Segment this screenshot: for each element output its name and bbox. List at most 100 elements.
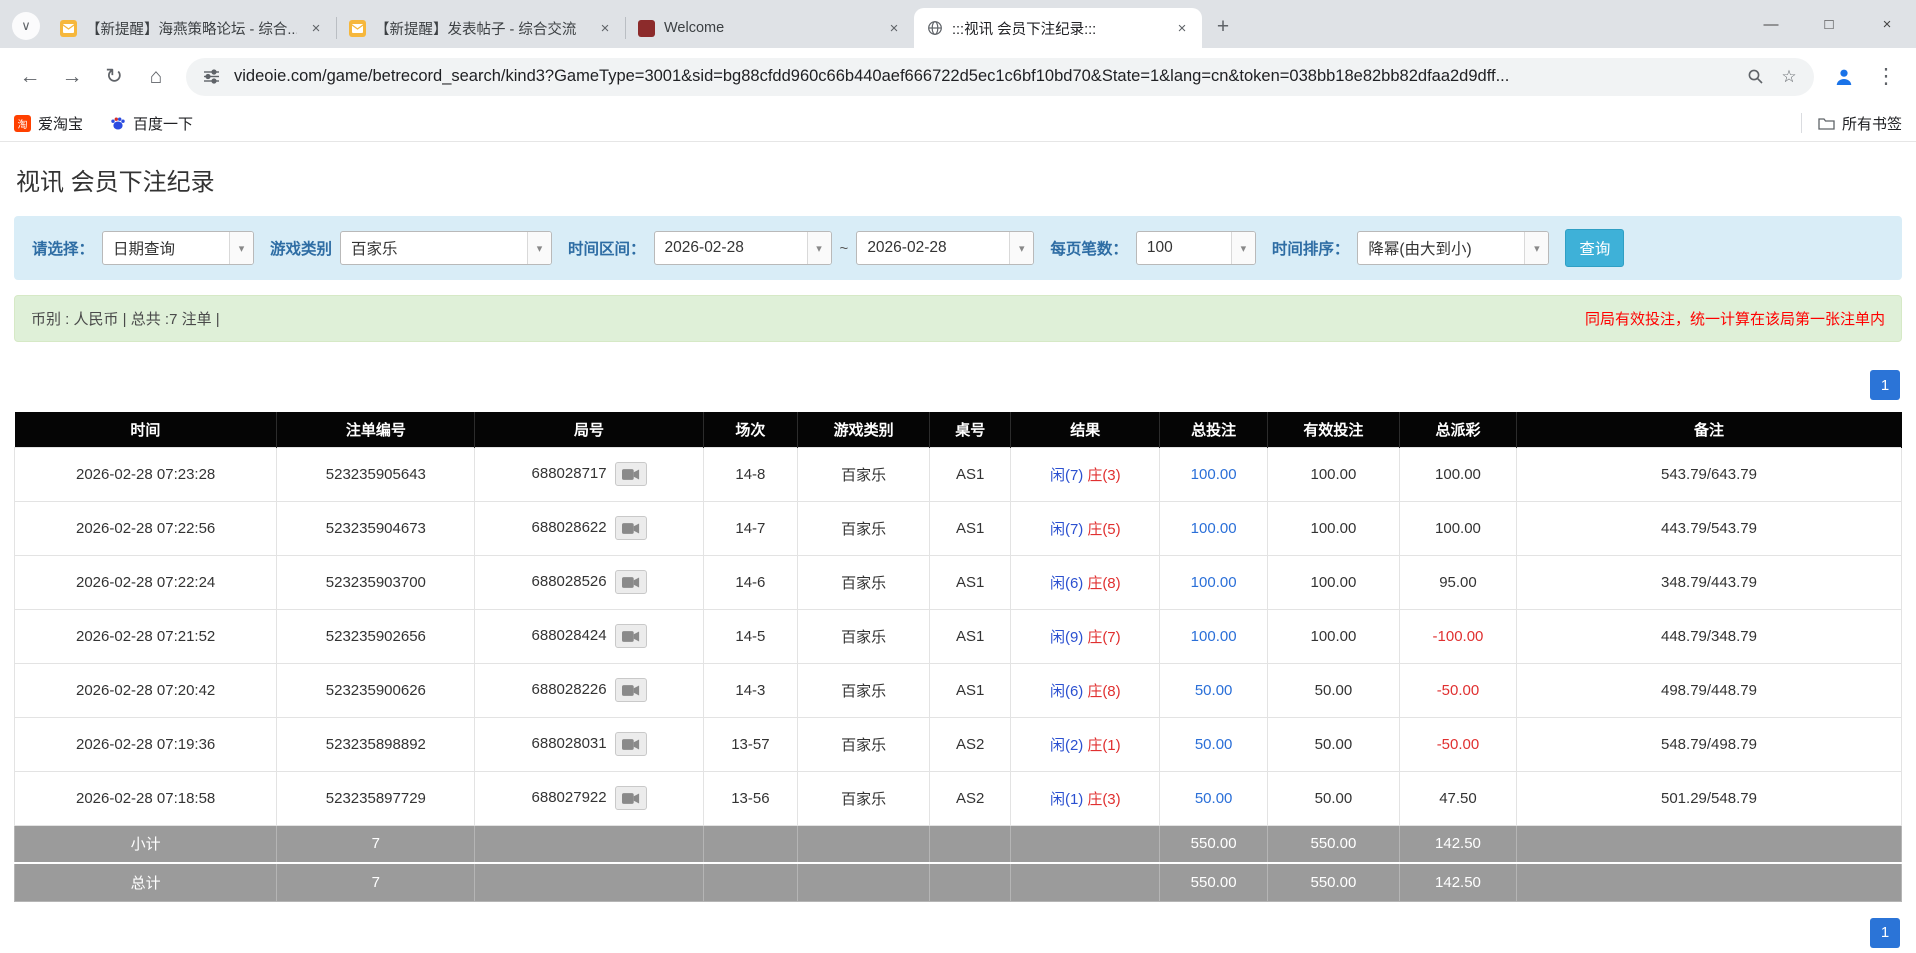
all-bookmarks-button[interactable]: 所有书签	[1818, 113, 1902, 134]
cell-game: 百家乐	[798, 609, 930, 663]
tab-close-icon[interactable]: ×	[884, 18, 904, 38]
query-type-select[interactable]: 日期查询 ▾	[102, 231, 254, 265]
sort-order-select[interactable]: 降幂(由大到小) ▾	[1357, 231, 1549, 265]
search-lens-icon[interactable]	[1744, 66, 1766, 88]
col-time: 时间	[15, 412, 277, 447]
home-icon[interactable]: ⌂	[138, 59, 174, 95]
forward-icon[interactable]: →	[54, 59, 90, 95]
total-bet-link[interactable]: 50.00	[1195, 682, 1233, 699]
subtotal-valid-bet: 550.00	[1267, 825, 1399, 863]
col-session: 场次	[703, 412, 797, 447]
tab-title: Welcome	[664, 20, 875, 36]
bookmark-label: 百度一下	[133, 113, 193, 134]
empty-cell	[798, 863, 930, 901]
site-info-tune-icon[interactable]	[200, 66, 222, 88]
col-game-type: 游戏类别	[798, 412, 930, 447]
game-type-select[interactable]: 百家乐 ▾	[340, 231, 552, 265]
cell-round: 688028226	[475, 663, 703, 717]
maximize-button[interactable]: □	[1800, 0, 1858, 48]
chevron-down-icon: ▾	[1524, 232, 1548, 264]
cell-session: 14-7	[703, 501, 797, 555]
address-bar[interactable]: videoie.com/game/betrecord_search/kind3?…	[186, 58, 1814, 96]
date-from-select[interactable]: 2026-02-28 ▾	[654, 231, 832, 265]
cell-time: 2026-02-28 07:20:42	[15, 663, 277, 717]
cell-note: 501.29/548.79	[1516, 771, 1901, 825]
cell-bet-id: 523235900626	[277, 663, 475, 717]
bookmark-star-icon[interactable]: ☆	[1778, 66, 1800, 88]
time-range-label: 时间区间：	[568, 237, 646, 259]
navigation-bar: ← → ↻ ⌂ videoie.com/game/betrecord_searc…	[0, 48, 1916, 105]
back-icon[interactable]: ←	[12, 59, 48, 95]
tab-close-icon[interactable]: ×	[306, 18, 326, 38]
video-replay-button[interactable]	[615, 570, 647, 594]
total-valid-bet: 550.00	[1267, 863, 1399, 901]
video-replay-button[interactable]	[615, 732, 647, 756]
col-valid-bet: 有效投注	[1267, 412, 1399, 447]
tab-close-icon[interactable]: ×	[595, 18, 615, 38]
browser-window: ∨ 【新提醒】海燕策略论坛 - 综合... × 【新提醒】发表帖子 - 综合交流…	[0, 0, 1916, 948]
empty-cell	[703, 863, 797, 901]
total-payout: 142.50	[1399, 863, 1516, 901]
page-size-select[interactable]: 100 ▾	[1136, 231, 1256, 265]
date-to-select[interactable]: 2026-02-28 ▾	[856, 231, 1034, 265]
reload-icon[interactable]: ↻	[96, 59, 132, 95]
tab-close-icon[interactable]: ×	[1172, 18, 1192, 38]
tab-welcome[interactable]: Welcome ×	[626, 8, 914, 48]
empty-cell	[1516, 863, 1901, 901]
bookmark-baidu[interactable]: 百度一下	[109, 113, 193, 134]
total-bet-link[interactable]: 100.00	[1191, 628, 1237, 645]
total-bet-link[interactable]: 100.00	[1191, 574, 1237, 591]
video-replay-button[interactable]	[615, 786, 647, 810]
game-type-label: 游戏类别	[270, 237, 332, 259]
result-player: 闲(9)	[1050, 629, 1083, 646]
round-number: 688028031	[532, 735, 607, 752]
cell-round: 688028031	[475, 717, 703, 771]
site-favicon-icon	[638, 20, 655, 37]
tab-forum-2[interactable]: 【新提醒】发表帖子 - 综合交流 ×	[337, 8, 625, 48]
chevron-down-icon: ▾	[1231, 232, 1255, 264]
cell-valid-bet: 100.00	[1267, 609, 1399, 663]
total-total-bet: 550.00	[1160, 863, 1268, 901]
cell-note: 498.79/448.79	[1516, 663, 1901, 717]
table-row: 2026-02-28 07:23:28 523235905643 6880287…	[15, 447, 1902, 501]
total-bet-link[interactable]: 100.00	[1191, 520, 1237, 537]
table-row: 2026-02-28 07:19:36 523235898892 6880280…	[15, 717, 1902, 771]
result-banker: 庄(1)	[1087, 737, 1120, 754]
pagination-page-1[interactable]: 1	[1870, 918, 1900, 948]
cell-table-no: AS2	[930, 717, 1011, 771]
video-replay-button[interactable]	[615, 516, 647, 540]
close-button[interactable]: ×	[1858, 0, 1916, 48]
cell-bet-id: 523235903700	[277, 555, 475, 609]
search-button[interactable]: 查询	[1565, 229, 1624, 267]
total-bet-link[interactable]: 50.00	[1195, 736, 1233, 753]
cell-time: 2026-02-28 07:22:56	[15, 501, 277, 555]
total-bet-link[interactable]: 50.00	[1195, 790, 1233, 807]
new-tab-button[interactable]: +	[1208, 12, 1238, 42]
cell-bet-id: 523235904673	[277, 501, 475, 555]
col-round: 局号	[475, 412, 703, 447]
bookmark-taobao[interactable]: 淘 爱淘宝	[14, 113, 83, 134]
empty-cell	[703, 825, 797, 863]
tab-title: 【新提醒】发表帖子 - 综合交流	[375, 18, 586, 39]
cell-game: 百家乐	[798, 717, 930, 771]
round-number: 688027922	[532, 789, 607, 806]
cell-table-no: AS2	[930, 771, 1011, 825]
minimize-button[interactable]: —	[1742, 0, 1800, 48]
pagination-page-1[interactable]: 1	[1870, 370, 1900, 400]
video-replay-button[interactable]	[615, 678, 647, 702]
menu-kebab-icon[interactable]: ⋮	[1868, 59, 1904, 95]
cell-payout: 100.00	[1399, 501, 1516, 555]
total-bet-link[interactable]: 100.00	[1191, 466, 1237, 483]
chevron-down-icon: ∨	[21, 18, 31, 34]
cell-valid-bet: 100.00	[1267, 555, 1399, 609]
cell-bet-id: 523235898892	[277, 717, 475, 771]
profile-avatar-icon[interactable]	[1826, 59, 1862, 95]
tab-bet-records-active[interactable]: :::视讯 会员下注纪录::: ×	[914, 8, 1202, 48]
video-replay-button[interactable]	[615, 624, 647, 648]
tab-forum-1[interactable]: 【新提醒】海燕策略论坛 - 综合... ×	[48, 8, 336, 48]
bet-records-table: 时间 注单编号 局号 场次 游戏类别 桌号 结果 总投注 有效投注 总派彩 备注…	[14, 412, 1902, 902]
url-text[interactable]: videoie.com/game/betrecord_search/kind3?…	[234, 67, 1732, 86]
video-replay-button[interactable]	[615, 462, 647, 486]
grand-total-row: 总计 7 550.00 550.00 142.50	[15, 863, 1902, 901]
tab-search-button[interactable]: ∨	[12, 12, 40, 40]
